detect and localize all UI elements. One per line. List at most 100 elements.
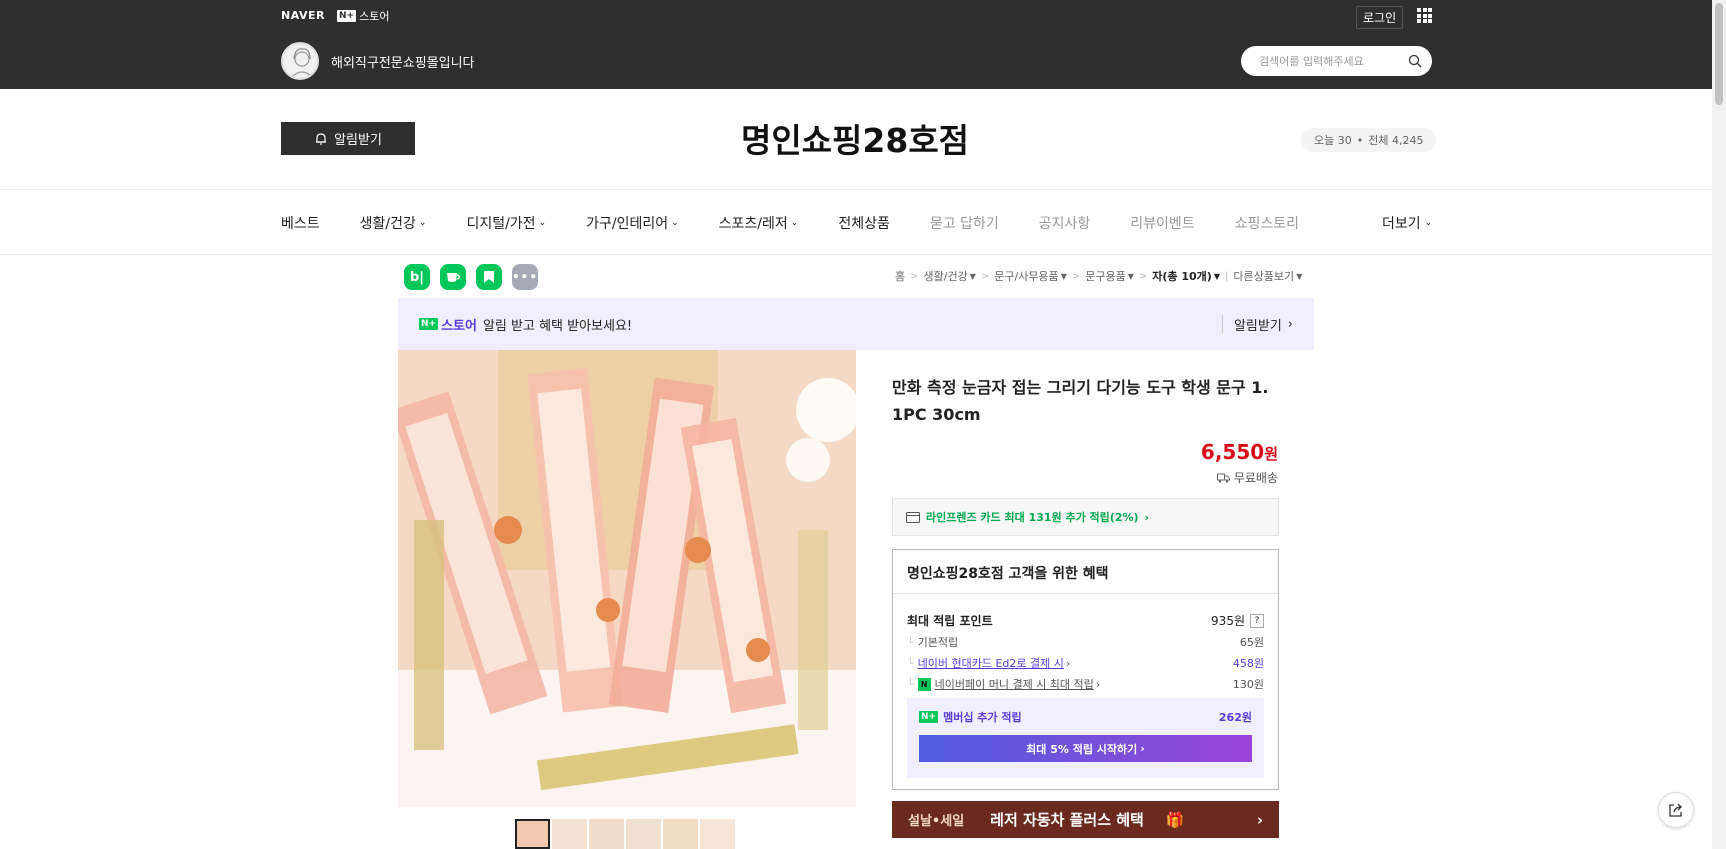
nav-all-products[interactable]: 전체상품: [838, 213, 890, 233]
product-photo: [398, 350, 856, 807]
membership-label: 멤버십 추가 적립: [943, 711, 1022, 724]
visit-counter: 오늘 30 • 전체 4,245: [1301, 128, 1437, 152]
scrollbar-thumb[interactable]: [1715, 3, 1723, 105]
blog-share-icon[interactable]: b|: [404, 264, 430, 290]
nav-digital[interactable]: 디지털/가전 ⌄: [466, 213, 546, 233]
thumbnail-4[interactable]: [626, 819, 661, 849]
card-benefit-link[interactable]: 라인프렌즈 카드 최대 131원 추가 적립(2%) ›: [892, 498, 1279, 536]
thumbnail-1[interactable]: [515, 819, 550, 849]
breadcrumb: 홈 > 생활/건강 ▼ > 문구/사무용품 ▼ > 문구용품 ▼ > 자(총 10개)…: [895, 268, 1302, 284]
breadcrumb-sep: >: [910, 270, 919, 282]
chevron-down-icon: ⌄: [790, 218, 799, 228]
nstore-logo[interactable]: N+ 스토어: [337, 8, 389, 24]
chevron-right-icon: ›: [1095, 677, 1101, 691]
benefit-row-hyundai: └ 네이버 현대카드 Ed2로 결제 시 › 458원: [907, 655, 1264, 671]
membership-box: N+ 멤버십 추가 적립 262원 최대 5% 적립 시작하기 ›: [907, 698, 1264, 778]
share-icon: [1669, 803, 1682, 817]
membership-value: 262원: [1218, 711, 1252, 724]
membership-row: N+ 멤버십 추가 적립 262원: [919, 709, 1252, 725]
naver-logo[interactable]: NAVER: [281, 9, 325, 22]
max-point-value: 935원: [1211, 614, 1245, 628]
breadcrumb-health[interactable]: 생활/건강 ▼: [924, 268, 976, 284]
price-currency: 원: [1264, 445, 1278, 463]
nav-best[interactable]: 베스트: [281, 213, 320, 233]
search-input[interactable]: [1259, 54, 1399, 68]
benefit-title: 명인쇼핑28호점 고객을 위한 혜택: [907, 566, 1109, 582]
nav-sports[interactable]: 스포츠/레저 ⌄: [719, 213, 799, 233]
bell-plus-icon: [316, 132, 327, 145]
dot-separator: •: [1356, 133, 1364, 147]
nav-health[interactable]: 생활/건강 ⌄: [360, 213, 427, 233]
shipping-info: 무료배송: [1180, 469, 1278, 486]
chevron-down-icon: ⌄: [538, 218, 547, 228]
thumbnail-5[interactable]: [663, 819, 698, 849]
nav-review-event[interactable]: 리뷰이벤트: [1130, 213, 1194, 233]
chevron-down-icon: ⌄: [1424, 218, 1433, 228]
chevron-right-icon: ›: [1256, 810, 1263, 829]
share-button[interactable]: [1658, 792, 1694, 828]
nav-notice[interactable]: 공지사항: [1039, 213, 1091, 233]
promo-banner[interactable]: 설날•세일 레저 자동차 플러스 혜택 🎁 ›: [892, 801, 1279, 838]
max-point-row: 최대 적립 포인트 935원 ?: [907, 612, 1264, 629]
banner-text: 알림 받고 혜택 받아보세요!: [482, 318, 633, 334]
alarm-subscribe-button[interactable]: 알림받기: [281, 122, 415, 155]
store-title[interactable]: 명인쇼핑28호점: [600, 114, 1110, 162]
thumbnail-2[interactable]: [552, 819, 587, 849]
category-nav: 베스트 생활/건강 ⌄ 디지털/가전 ⌄ 가구/인테리어 ⌄ 스포츠/레저 ⌄ 전체상품…: [281, 213, 1339, 233]
price-value: 6,550: [1200, 440, 1265, 464]
scrollbar-track[interactable]: [1712, 0, 1726, 849]
product-price: 6,550원: [1100, 440, 1278, 464]
alarm-button-label: 알림받기: [334, 133, 382, 148]
store-alarm-banner: N+ 스토어 알림 받고 혜택 받아보세요! 알림받기 ›: [398, 298, 1314, 350]
nav-furniture[interactable]: 가구/인테리어 ⌄: [586, 213, 679, 233]
apps-grid-icon[interactable]: [1417, 8, 1432, 23]
search-bar[interactable]: [1241, 46, 1432, 76]
benefit-row-value: 130원: [1232, 678, 1264, 691]
chevron-down-icon: ⌄: [671, 218, 679, 228]
bookmark-share-icon[interactable]: [476, 264, 502, 290]
product-title: 만화 측정 눈금자 접는 그리기 다기능 도구 학생 문구 1. 1PC 30c…: [892, 378, 1269, 424]
product-main-image[interactable]: [398, 350, 856, 807]
breadcrumb-home[interactable]: 홈: [895, 268, 905, 284]
promo-text: 레저 자동차 플러스 혜택: [990, 811, 1144, 829]
store-description: 해외직구전문쇼핑몰입니다: [331, 56, 475, 71]
cup-icon: [447, 273, 460, 282]
npay-icon: N: [917, 677, 931, 691]
benefit-row-basic: └ 기본적립 65원: [907, 635, 1264, 650]
chevron-right-icon: ›: [1287, 316, 1293, 332]
membership-start-button[interactable]: 최대 5% 적립 시작하기 ›: [919, 735, 1252, 762]
benefit-row-label: 기본적립: [917, 636, 959, 649]
store-avatar[interactable]: [281, 42, 319, 80]
npay-money-link[interactable]: 네이버페이 머니 결제 시 최대 적립: [935, 676, 1094, 692]
divider: [0, 189, 1712, 190]
hyundai-card-link[interactable]: 네이버 현대카드 Ed2로 결제 시: [918, 655, 1064, 671]
nav-shopping-story[interactable]: 쇼핑스토리: [1235, 213, 1299, 233]
breadcrumb-ruler[interactable]: 자(총 10개) ▼: [1152, 268, 1220, 284]
divider: [0, 254, 1712, 255]
login-button[interactable]: 로그인: [1356, 6, 1404, 29]
breadcrumb-stationery[interactable]: 문구/사무용품 ▼: [994, 268, 1067, 284]
thumbnail-strip: [515, 819, 735, 849]
chevron-right-icon: ›: [1065, 656, 1071, 670]
chevron-right-icon: ›: [1140, 742, 1145, 755]
cafe-share-icon[interactable]: [440, 264, 466, 290]
thumbnail-6[interactable]: [700, 819, 735, 849]
banner-alarm-link[interactable]: 알림받기 ›: [1221, 314, 1293, 334]
nav-more[interactable]: 더보기 ⌄: [1382, 213, 1432, 233]
breadcrumb-other-products[interactable]: 다른상품보기 ▼: [1233, 268, 1302, 284]
nplus-badge: N+: [919, 711, 939, 723]
breadcrumb-sep: >: [1071, 270, 1081, 282]
top-header: [0, 0, 1726, 89]
breadcrumb-sep: >: [1138, 270, 1148, 282]
breadcrumb-supplies[interactable]: 문구용품 ▼: [1085, 268, 1134, 284]
nstore-text: 스토어: [359, 10, 390, 23]
thumbnail-3[interactable]: [589, 819, 624, 849]
help-icon[interactable]: ?: [1250, 613, 1264, 628]
visits-total: 전체 4,245: [1368, 134, 1424, 147]
promo-tag: 설날•세일: [908, 814, 965, 829]
credit-card-icon: [906, 511, 920, 523]
nav-qna[interactable]: 묻고 답하기: [930, 213, 999, 233]
more-share-icon[interactable]: •••: [512, 264, 538, 290]
search-icon[interactable]: [1408, 54, 1422, 68]
benefit-row-value: 458원: [1232, 657, 1264, 670]
